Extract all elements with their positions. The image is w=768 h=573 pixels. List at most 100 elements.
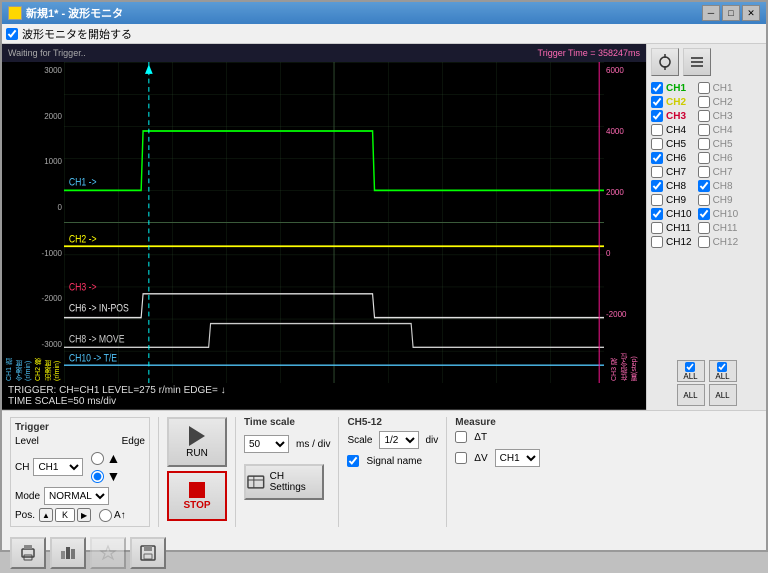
ch6-label: CH6	[666, 153, 686, 164]
pos-right-btn[interactable]: ▶	[77, 508, 91, 522]
ch3-checkbox[interactable]	[651, 110, 663, 122]
ch10r-checkbox[interactable]	[698, 208, 710, 220]
ch8r-row: CH8	[698, 180, 739, 192]
stop-button[interactable]: STOP	[167, 471, 227, 521]
ch-ctrl-label: CH	[15, 462, 29, 473]
time-scale-group: Time scale 501020100 ms / div CH Setting…	[244, 417, 330, 500]
waveform-grid[interactable]: CH1 -> CH2 -> CH3 -> CH6 -> IN-POS CH8 -…	[64, 62, 604, 383]
time-scale-label: Time scale	[244, 417, 330, 428]
ch2-checkbox[interactable]	[651, 96, 663, 108]
icon-btn-3[interactable]	[90, 537, 126, 569]
ch1r-checkbox[interactable]	[698, 82, 710, 94]
bottom-buttons	[2, 533, 766, 573]
ch11-checkbox[interactable]	[651, 222, 663, 234]
all-label-1: ALL	[683, 372, 697, 381]
ch11r-checkbox[interactable]	[698, 222, 710, 234]
svg-text:CH1 ->: CH1 ->	[69, 177, 97, 189]
ch10-checkbox[interactable]	[651, 208, 663, 220]
ch6r-checkbox[interactable]	[698, 152, 710, 164]
edge-any-radio[interactable]: A↑	[99, 509, 126, 522]
ch-settings-label: CH Settings	[270, 471, 322, 493]
ch5r-checkbox[interactable]	[698, 138, 710, 150]
chart-icon	[58, 543, 78, 563]
ch-select[interactable]: CH1CH2	[33, 458, 83, 476]
app-icon	[8, 6, 22, 20]
menu-bar: 波形モニタを開始する	[2, 24, 766, 44]
controls-area: Trigger Level Edge CH CH1CH2 ▲	[2, 411, 766, 533]
right-axis-val-3: 2000	[606, 188, 626, 197]
ch1-row: CH1	[651, 82, 692, 94]
maximize-button[interactable]: □	[722, 5, 740, 21]
delta-t-label: ΔT	[474, 432, 487, 443]
ch3r-checkbox[interactable]	[698, 110, 710, 122]
title-bar: 新規1* - 波形モニタ ─ □ ✕	[2, 2, 766, 24]
bottom-panel: Trigger Level Edge CH CH1CH2 ▲	[2, 410, 766, 550]
ch8r-checkbox[interactable]	[698, 180, 710, 192]
all-btn-empty-right[interactable]: ALL	[709, 384, 737, 406]
left-axis-val-5: -1000	[42, 249, 62, 258]
ch9r-checkbox[interactable]	[698, 194, 710, 206]
ch9-checkbox[interactable]	[651, 194, 663, 206]
time-scale-select[interactable]: 501020100	[244, 435, 289, 453]
close-button[interactable]: ✕	[742, 5, 760, 21]
ch10-label: CH10	[666, 209, 692, 220]
pos-input[interactable]	[55, 508, 75, 522]
list-icon-btn[interactable]	[683, 48, 711, 76]
ch9-row: CH9	[651, 194, 692, 206]
scope-wrapper: Waiting for Trigger.. Trigger Time = 358…	[2, 44, 646, 410]
edge-up-radio[interactable]: ▲	[91, 450, 120, 466]
ch-col-left: CH1 CH2 CH3 CH4	[651, 82, 692, 356]
monitor-enable-checkbox[interactable]: 波形モニタを開始する	[6, 26, 132, 42]
time-unit: ms / div	[296, 439, 330, 450]
ch6-checkbox[interactable]	[651, 152, 663, 164]
ch11-label: CH11	[666, 223, 691, 234]
ch12-checkbox[interactable]	[651, 236, 663, 248]
ch8-label: CH8	[666, 181, 686, 192]
ch4-checkbox[interactable]	[651, 124, 663, 136]
ch512-scale-select[interactable]: 1/21/41/81	[379, 431, 419, 449]
ch9r-row: CH9	[698, 194, 739, 206]
ch2r-checkbox[interactable]	[698, 96, 710, 108]
ch9-label: CH9	[666, 195, 686, 206]
ch8-checkbox[interactable]	[651, 180, 663, 192]
right-axis-val-5: -2000	[606, 310, 626, 319]
ch1-label: CH1	[666, 83, 686, 94]
ch7-checkbox[interactable]	[651, 166, 663, 178]
ch11-row: CH11	[651, 222, 692, 234]
left-axis-val-7: -3000	[42, 340, 62, 349]
scope-icon-btn[interactable]	[651, 48, 679, 76]
ch4r-row: CH4	[698, 124, 739, 136]
mode-select[interactable]: NORMALAUTOSINGLE	[44, 487, 109, 505]
all-btn-check-left[interactable]: ALL	[677, 360, 705, 382]
icon-btn-1[interactable]	[10, 537, 46, 569]
ch12r-checkbox[interactable]	[698, 236, 710, 248]
measure-label: Measure	[455, 417, 539, 428]
ch3-row: CH3	[651, 110, 692, 122]
ch2r-row: CH2	[698, 96, 739, 108]
ch1-checkbox[interactable]	[651, 82, 663, 94]
icon-btn-2[interactable]	[50, 537, 86, 569]
ch-settings-button[interactable]: CH Settings	[244, 464, 324, 500]
icon-btn-4[interactable]	[130, 537, 166, 569]
left-axis: 3000 2000 1000 0 -1000 -2000 -3000 C	[2, 62, 64, 383]
ch4r-checkbox[interactable]	[698, 124, 710, 136]
ch7r-row: CH7	[698, 166, 739, 178]
edge-down-radio[interactable]: ▼	[91, 468, 120, 484]
monitor-checkbox[interactable]	[6, 28, 18, 40]
ch7r-checkbox[interactable]	[698, 166, 710, 178]
delta-v-ch-select[interactable]: CH1CH2	[495, 449, 540, 467]
all-btn-empty-left[interactable]: ALL	[677, 384, 705, 406]
main-content: Waiting for Trigger.. Trigger Time = 358…	[2, 44, 766, 410]
delta-v-checkbox[interactable]	[455, 452, 467, 464]
signal-name-checkbox[interactable]	[347, 455, 359, 467]
mode-label: Mode	[15, 491, 40, 502]
delta-t-checkbox[interactable]	[455, 431, 467, 443]
right-panel: CH1 CH2 CH3 CH4	[646, 44, 766, 410]
minimize-button[interactable]: ─	[702, 5, 720, 21]
ch6r-row: CH6	[698, 152, 739, 164]
pos-up-btn[interactable]: ▲	[39, 508, 53, 522]
ch5-checkbox[interactable]	[651, 138, 663, 150]
run-play-icon	[189, 426, 205, 446]
run-button[interactable]: RUN	[167, 417, 227, 467]
all-btn-check-right[interactable]: ALL	[709, 360, 737, 382]
